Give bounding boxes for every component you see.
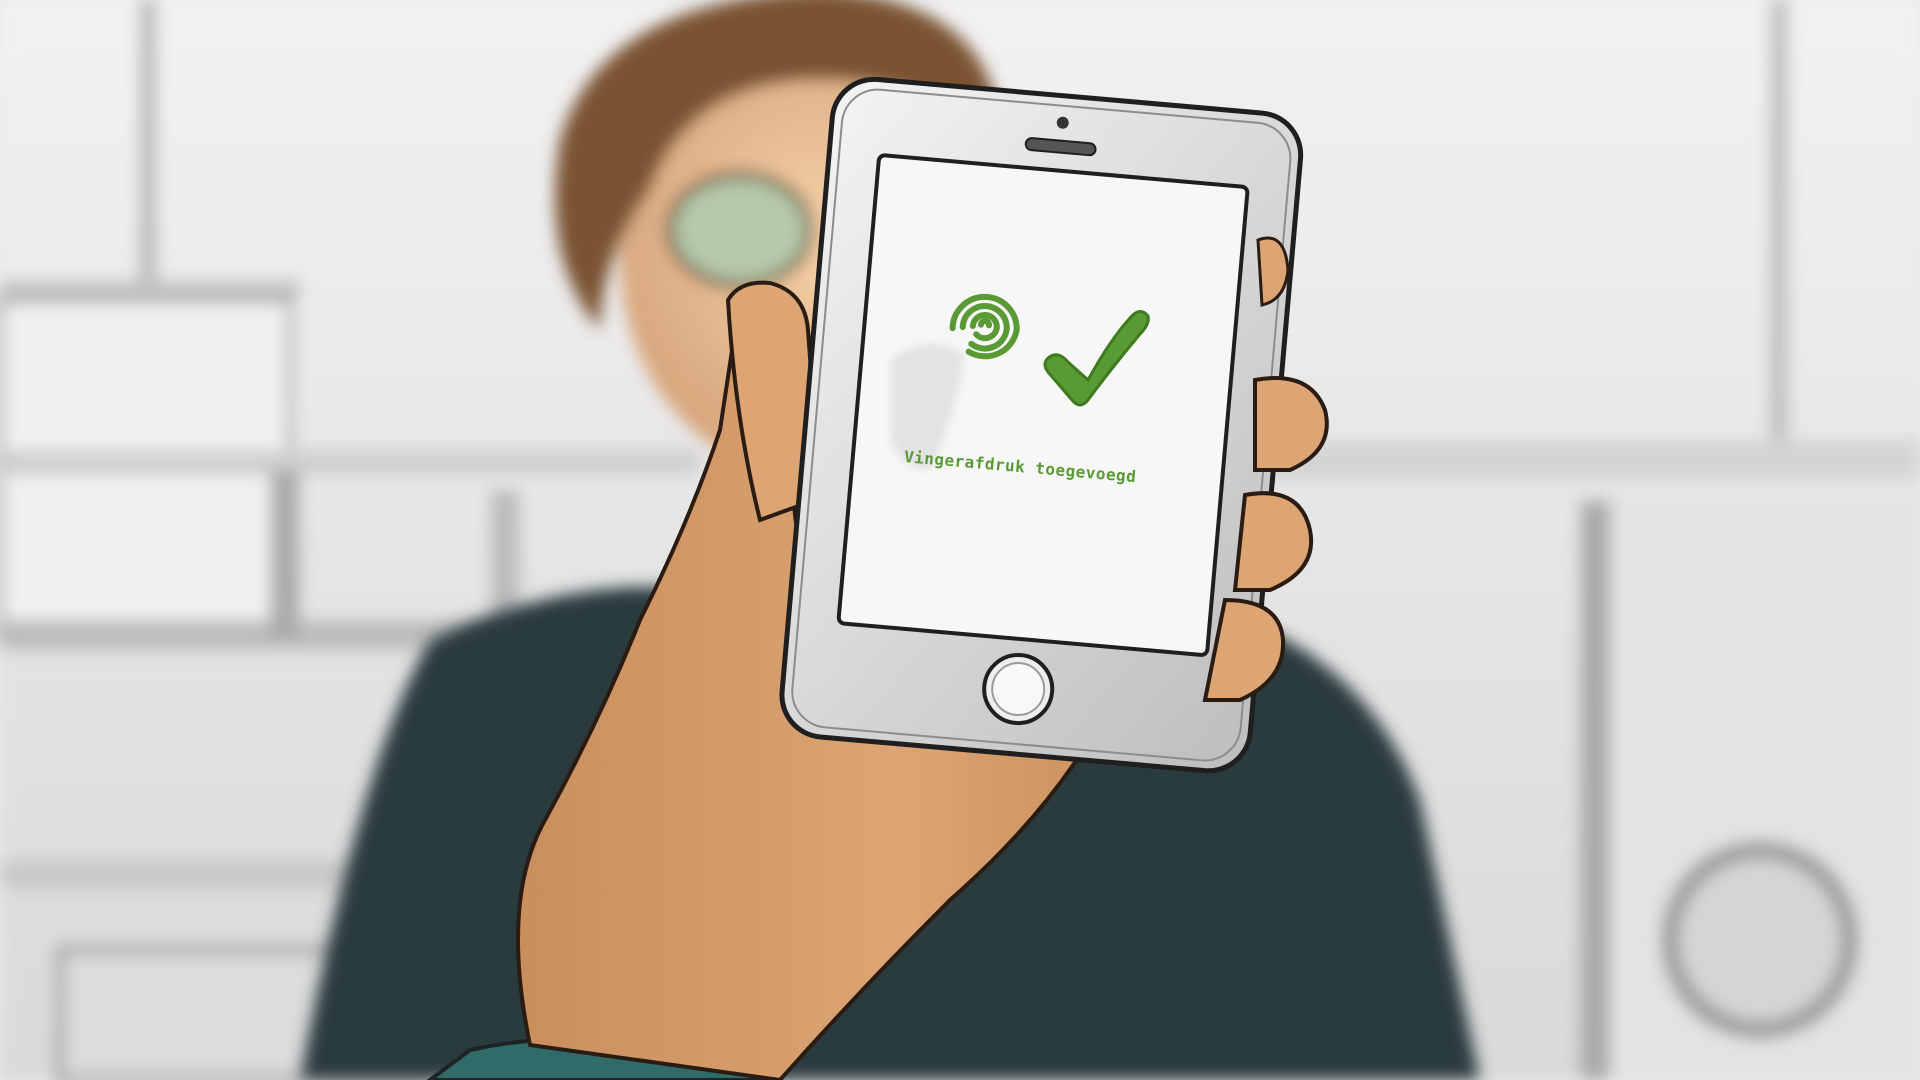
scene-illustration (0, 0, 1920, 1080)
office-scene: Vingerafdruk toegevoegd (0, 0, 1920, 1080)
